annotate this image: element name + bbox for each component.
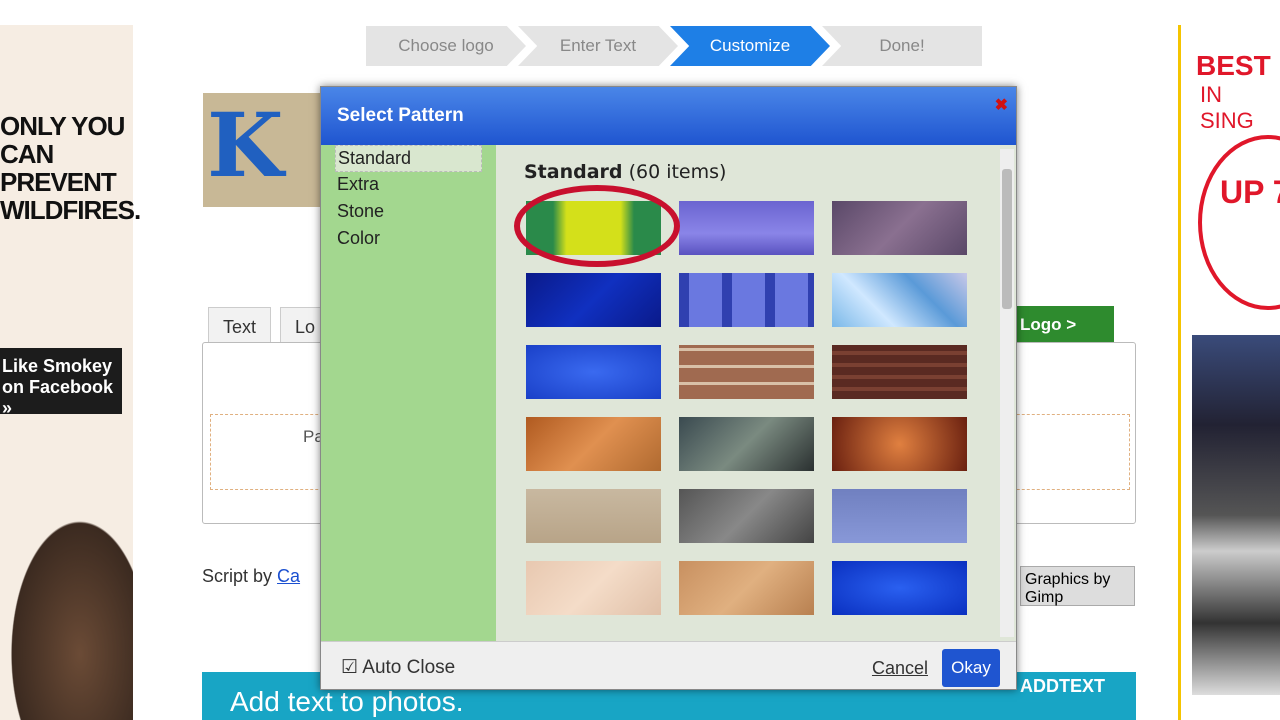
- wizard-steps: Choose logo Enter Text Customize Done!: [366, 26, 982, 66]
- author-link[interactable]: Ca: [277, 566, 300, 586]
- dialog-title: Select Pattern: [337, 105, 464, 126]
- logo-preview: K: [203, 93, 321, 207]
- scrollbar[interactable]: [1000, 149, 1014, 637]
- dialog-footer: ☑ Auto Close Cancel Okay: [321, 641, 1016, 691]
- category-extra[interactable]: Extra: [321, 172, 496, 199]
- pattern-tile[interactable]: [526, 345, 661, 399]
- smokey-bear-image: [0, 500, 133, 720]
- pattern-tile[interactable]: [679, 417, 814, 471]
- pattern-tile[interactable]: [679, 273, 814, 327]
- pattern-tile[interactable]: [679, 489, 814, 543]
- pattern-tile[interactable]: [832, 345, 967, 399]
- checkbox-icon[interactable]: ☑: [341, 657, 358, 678]
- select-pattern-dialog: Select Pattern ✖ Standard Extra Stone Co…: [320, 86, 1017, 690]
- pattern-tile[interactable]: [526, 417, 661, 471]
- pattern-tile[interactable]: [679, 345, 814, 399]
- close-icon[interactable]: ✖: [995, 95, 1008, 115]
- pattern-tile[interactable]: [526, 273, 661, 327]
- grid-heading-count: (60 items): [628, 161, 727, 183]
- pattern-tile[interactable]: [832, 417, 967, 471]
- dialog-titlebar: Select Pattern ✖: [321, 87, 1016, 145]
- step-choose-logo[interactable]: Choose logo: [366, 26, 526, 66]
- pattern-tile[interactable]: [832, 201, 967, 255]
- scrollbar-thumb[interactable]: [1002, 169, 1012, 309]
- grid-heading-name: Standard: [524, 161, 623, 183]
- step-enter-text[interactable]: Enter Text: [518, 26, 678, 66]
- step-customize[interactable]: Customize: [670, 26, 830, 66]
- pattern-tile[interactable]: [832, 561, 967, 615]
- selection-highlight: [514, 185, 680, 267]
- script-prefix: Script by: [202, 566, 278, 586]
- right-ad-in: IN SING: [1200, 82, 1254, 133]
- pattern-tile[interactable]: [526, 561, 661, 615]
- pattern-tile[interactable]: [832, 489, 967, 543]
- addtext-logo: ADDTEXT: [1020, 676, 1105, 696]
- devices-image: [1192, 335, 1280, 695]
- gimp-badge[interactable]: Graphics by Gimp: [1020, 566, 1135, 606]
- category-list: Standard Extra Stone Color: [321, 145, 496, 641]
- script-credit: Script by Ca: [202, 566, 300, 587]
- left-ad-text: ONLY YOU CAN PREVENT WILDFIRES.: [0, 111, 141, 225]
- pattern-tile[interactable]: [679, 201, 814, 255]
- category-stone[interactable]: Stone: [321, 199, 496, 226]
- next-logo-button[interactable]: Logo >: [1010, 306, 1114, 342]
- okay-button[interactable]: Okay: [942, 649, 1000, 687]
- pattern-tile[interactable]: [526, 489, 661, 543]
- grid-heading: Standard (60 items): [524, 161, 726, 183]
- facebook-link[interactable]: Like Smokey on Facebook »: [0, 348, 122, 418]
- step-done[interactable]: Done!: [822, 26, 982, 66]
- pattern-tile[interactable]: [679, 561, 814, 615]
- pattern-tile[interactable]: [832, 273, 967, 327]
- category-standard[interactable]: Standard: [335, 145, 482, 172]
- pattern-grid: Standard (60 items): [496, 145, 1016, 641]
- right-ad-best: BEST: [1196, 50, 1271, 81]
- tab-text[interactable]: Text: [208, 307, 272, 343]
- cancel-button[interactable]: Cancel: [872, 658, 928, 679]
- category-color[interactable]: Color: [321, 226, 496, 253]
- auto-close-label: Auto Close: [362, 657, 456, 678]
